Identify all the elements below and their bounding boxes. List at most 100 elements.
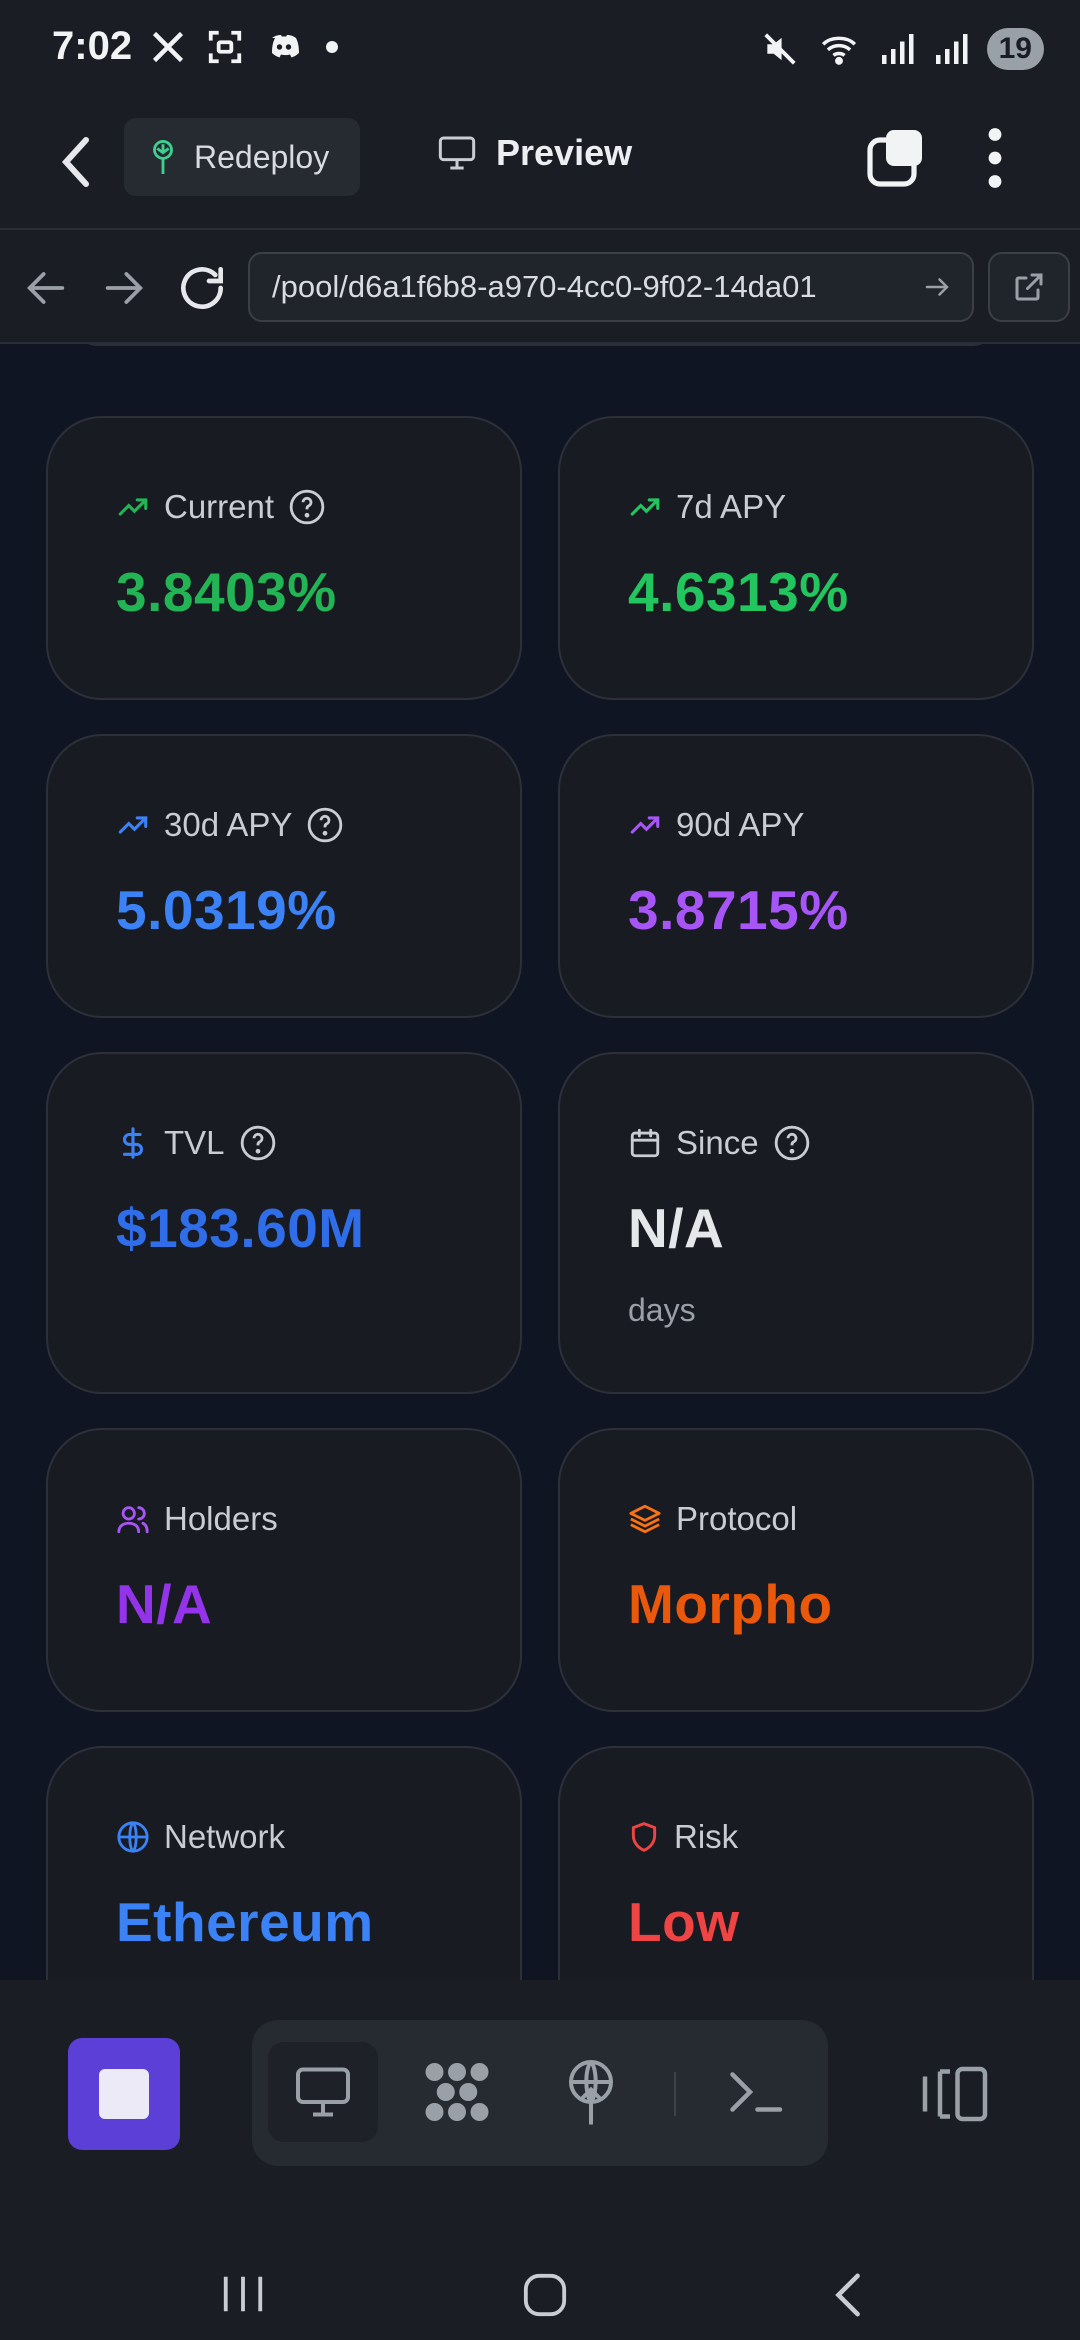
panel-toggle-icon (922, 2066, 988, 2122)
deploy-globe-icon (569, 2060, 613, 2125)
browser-url-bar: /pool/d6a1f6b8-a970-4cc0-9f02-14da01 (0, 230, 1080, 344)
stat-card-risk: Risk Low (558, 1746, 1034, 1980)
deploy-view-button[interactable] (536, 2042, 646, 2142)
terminal-view-button[interactable] (700, 2042, 810, 2142)
tabs-button[interactable] (866, 128, 926, 188)
discord-icon (272, 35, 299, 58)
screenshot-icon (208, 30, 242, 64)
help-circle-icon[interactable] (288, 488, 326, 526)
stat-label: 7d APY (676, 488, 787, 525)
stat-value: Morpho (628, 1573, 833, 1635)
stat-value: 4.6313% (628, 561, 849, 623)
stat-card-7d-apy: 7d APY 4.6313% (558, 416, 1034, 700)
stat-label: Since (676, 1124, 759, 1161)
users-icon (117, 1506, 149, 1534)
status-time: 7:02 (52, 24, 133, 68)
arrow-right-icon (105, 272, 143, 304)
more-options-button[interactable] (980, 126, 1010, 190)
monitor-icon (438, 136, 476, 170)
stat-value: N/A (628, 1197, 725, 1259)
url-input[interactable]: /pool/d6a1f6b8-a970-4cc0-9f02-14da01 (248, 252, 974, 322)
redeploy-label: Redeploy (194, 138, 330, 175)
trending-up-icon (630, 816, 660, 834)
deploy-tree-icon (153, 140, 173, 174)
redeploy-button[interactable]: Redeploy (124, 118, 360, 196)
stat-card-30d-apy: 30d APY 5.0319% (46, 734, 522, 1018)
panel-toggle-button[interactable] (920, 2064, 990, 2124)
stat-value: $183.60M (116, 1197, 365, 1259)
trending-up-icon (630, 498, 660, 516)
system-nav-bar (0, 2180, 1080, 2340)
monitor-icon (296, 2067, 350, 2117)
system-back-icon[interactable] (830, 2272, 866, 2318)
browser-forward-button[interactable] (96, 260, 152, 316)
stat-card-protocol: Protocol Morpho (558, 1428, 1034, 1712)
app-toolbar: Redeploy Preview (0, 100, 1080, 230)
stat-label: TVL (164, 1124, 225, 1161)
layers-icon (629, 1504, 661, 1534)
bottom-toolbar (0, 1980, 1080, 2196)
stat-label: Holders (164, 1500, 278, 1537)
stat-value: 3.8715% (628, 879, 849, 941)
stat-card-since: Since N/A days (558, 1052, 1034, 1394)
stat-label: 90d APY (676, 806, 805, 843)
browser-reload-button[interactable] (174, 260, 230, 316)
open-external-button[interactable] (988, 252, 1070, 322)
reload-icon (181, 267, 224, 310)
arrow-left-icon (27, 272, 65, 304)
home-icon[interactable] (522, 2272, 568, 2318)
tabs-icon (867, 130, 922, 187)
signal-icon (881, 34, 914, 64)
preview-tab[interactable]: Preview (436, 132, 632, 174)
stat-card-network: Network Ethereum (46, 1746, 522, 1980)
recent-apps-icon[interactable] (220, 2272, 266, 2316)
browser-back-button[interactable] (18, 260, 74, 316)
view-switcher (252, 2020, 828, 2166)
globe-icon (117, 1821, 149, 1853)
more-vertical-icon (988, 128, 1002, 188)
wifi-icon (821, 36, 856, 65)
stat-card-current: Current 3.8403% (46, 416, 522, 700)
stop-icon (99, 2069, 149, 2119)
stat-label: 30d APY (164, 806, 293, 843)
mute-icon (764, 33, 796, 65)
stat-label: Network (164, 1818, 286, 1855)
trending-up-icon (118, 498, 148, 516)
trending-up-icon (118, 816, 148, 834)
dollar-icon (122, 1127, 143, 1159)
status-notification-icons (150, 28, 340, 66)
stat-label: Protocol (676, 1500, 798, 1537)
stat-value: 3.8403% (116, 561, 337, 623)
stat-card-90d-apy: 90d APY 3.8715% (558, 734, 1034, 1018)
arrow-right-icon[interactable] (922, 272, 952, 302)
help-circle-icon[interactable] (306, 806, 344, 844)
tool-divider (674, 2072, 676, 2116)
calendar-icon (630, 1128, 660, 1158)
stat-value: Low (628, 1891, 740, 1953)
status-bar: 7:02 19 (0, 0, 1080, 100)
help-circle-icon[interactable] (773, 1124, 811, 1162)
stat-value: N/A (116, 1573, 213, 1635)
stat-value: Ethereum (116, 1891, 374, 1953)
external-link-icon (1015, 273, 1043, 301)
shield-icon (631, 1822, 657, 1852)
page-content: Current 3.8403% 7d APY 4.6313% 30d APY 5… (0, 344, 1080, 1980)
status-system-icons: 19 (761, 28, 1044, 70)
integrations-view-button[interactable] (402, 2042, 512, 2142)
preview-view-button[interactable] (268, 2042, 378, 2142)
previous-card-edge (70, 344, 1000, 346)
preview-label: Preview (496, 132, 633, 173)
help-circle-icon[interactable] (239, 1124, 277, 1162)
stat-card-tvl: TVL $183.60M (46, 1052, 522, 1394)
back-button[interactable] (56, 134, 104, 194)
chevron-left-icon (61, 137, 89, 187)
terminal-icon (730, 2072, 783, 2112)
url-text: /pool/d6a1f6b8-a970-4cc0-9f02-14da01 (272, 269, 817, 304)
battery-indicator: 19 (986, 28, 1044, 70)
stat-label: Risk (674, 1818, 739, 1855)
dot-icon (326, 41, 338, 53)
stat-card-holders: Holders N/A (46, 1428, 522, 1712)
stop-button[interactable] (68, 2038, 180, 2150)
stat-label: Current (164, 488, 275, 525)
x-logo-icon (152, 31, 184, 63)
